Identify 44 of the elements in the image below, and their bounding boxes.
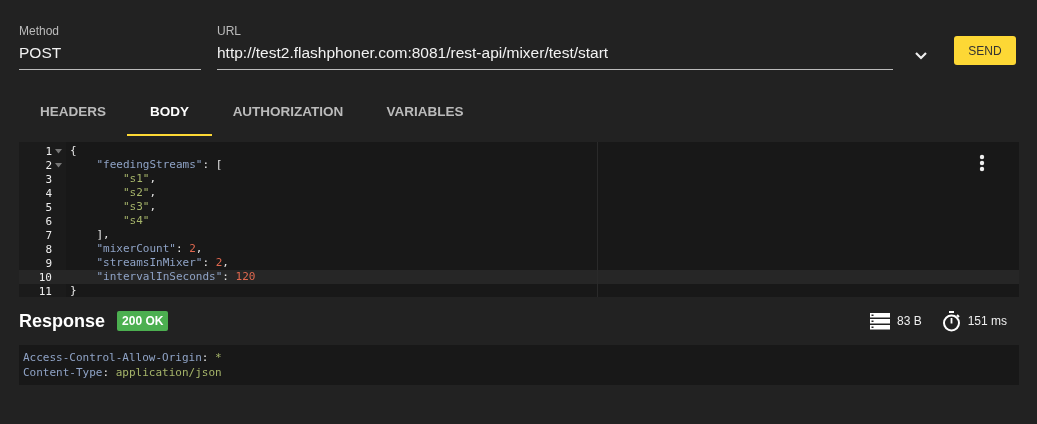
line-number: 7	[45, 228, 52, 242]
line-number: 5	[45, 200, 52, 214]
tab[interactable]: VARIABLES	[364, 100, 486, 136]
stopwatch-icon	[941, 310, 961, 332]
status-badge: 200 OK	[117, 311, 169, 331]
url-field[interactable]: http://test2.flashphoner.com:8081/rest-api/mixer/test/start	[217, 39, 893, 70]
line-number: 8	[45, 242, 52, 256]
response-time: 151 ms	[967, 314, 1007, 328]
line-number: 9	[45, 256, 52, 270]
code-line: "intervalInSeconds": 120	[95, 270, 256, 283]
method-label: Method	[19, 24, 61, 39]
line-number: 1	[45, 144, 52, 158]
tab[interactable]: HEADERS	[19, 100, 127, 136]
header-line: Content-Type: application/json	[23, 366, 222, 379]
code-line: }	[70, 284, 77, 297]
code-line: "s2",	[121, 186, 157, 199]
method-field[interactable]: POST	[19, 39, 201, 70]
code-line: "feedingStreams": [	[95, 158, 223, 171]
code-line: "mixerCount": 2,	[95, 242, 203, 255]
line-number: 2	[45, 158, 52, 172]
line-number: 6	[45, 214, 52, 228]
line-number: 3	[45, 172, 52, 186]
line-number: 11	[38, 284, 52, 298]
response-title: Response	[19, 310, 106, 332]
tab[interactable]: AUTHORIZATION	[212, 100, 364, 136]
code-line: "s4"	[121, 214, 150, 227]
line-number: 4	[45, 186, 52, 200]
code-line: "streamsInMixer": 2,	[95, 256, 229, 269]
code-editor[interactable]: 1 2 3 4 5 6 7 8 9 10 11 { "feedingStreams": [ "s1", "s2", "s3", "s4" ], "mixerCount": 2, "streamsInMixer": 2, "intervalInSeconds": 120 }	[19, 142, 1019, 297]
code-line: "s3",	[121, 200, 157, 213]
code-line: ],	[95, 228, 110, 241]
header-line: Access-Control-Allow-Origin: *	[23, 351, 222, 364]
list-icon	[869, 312, 890, 330]
code-line: {	[70, 144, 77, 157]
fold-icon[interactable]	[55, 162, 62, 168]
tab[interactable]: BODY	[127, 100, 212, 136]
code-line: "s1",	[121, 172, 157, 185]
line-number: 10	[38, 270, 52, 284]
chevron-down-icon[interactable]	[914, 51, 928, 60]
more-vertical-icon[interactable]	[979, 154, 985, 172]
url-label: URL	[217, 24, 242, 39]
response-size: 83 B	[896, 314, 922, 328]
fold-icon[interactable]	[55, 148, 62, 154]
send-button[interactable]: SEND	[954, 36, 1016, 65]
